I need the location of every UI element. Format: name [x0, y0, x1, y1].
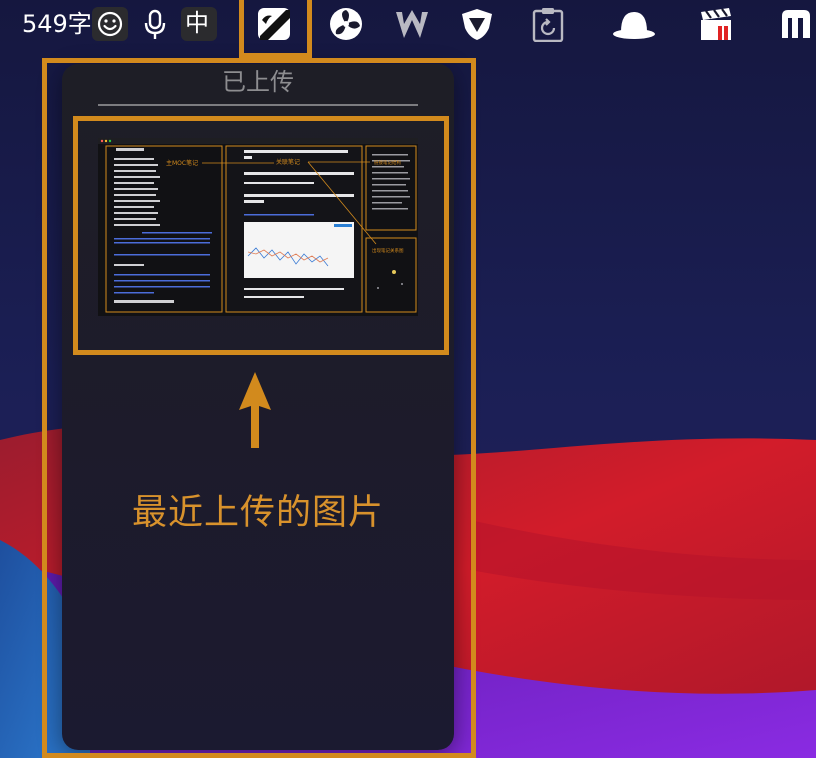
bowler-hat-icon[interactable]	[612, 6, 656, 42]
clipboard-history-icon[interactable]	[530, 6, 566, 42]
label-main-moc: 主MOC笔记	[166, 159, 198, 167]
up-arrow-icon	[239, 372, 271, 448]
w-app-icon[interactable]	[394, 6, 430, 42]
clapperboard-icon[interactable]	[698, 6, 734, 42]
menu-bar: 549字 中	[0, 0, 816, 48]
app-active-icon[interactable]	[256, 6, 292, 42]
recent-upload-caption: 最近上传的图片	[131, 493, 384, 533]
shield-app-icon[interactable]	[459, 6, 495, 42]
emoji-button[interactable]	[92, 7, 128, 41]
m-app-icon[interactable]	[778, 6, 814, 42]
fan-icon[interactable]	[328, 6, 364, 42]
label-related: 关联笔记	[276, 158, 300, 166]
panel-divider	[98, 104, 418, 106]
emoji-icon	[97, 11, 123, 37]
input-method-label: 中	[185, 9, 209, 37]
word-count[interactable]: 549字	[22, 6, 92, 42]
input-method-button[interactable]: 中	[181, 7, 217, 41]
label-link-note: 链接笔记结构	[374, 159, 401, 166]
recent-upload-thumbnail[interactable]: 主MOC笔记 关联笔记 链接笔记结构 出现笔记关系图	[98, 138, 418, 316]
panel-title: 已上传	[222, 68, 294, 96]
label-outline: 出现笔记关系图	[372, 247, 404, 254]
microphone-icon[interactable]	[137, 6, 173, 42]
